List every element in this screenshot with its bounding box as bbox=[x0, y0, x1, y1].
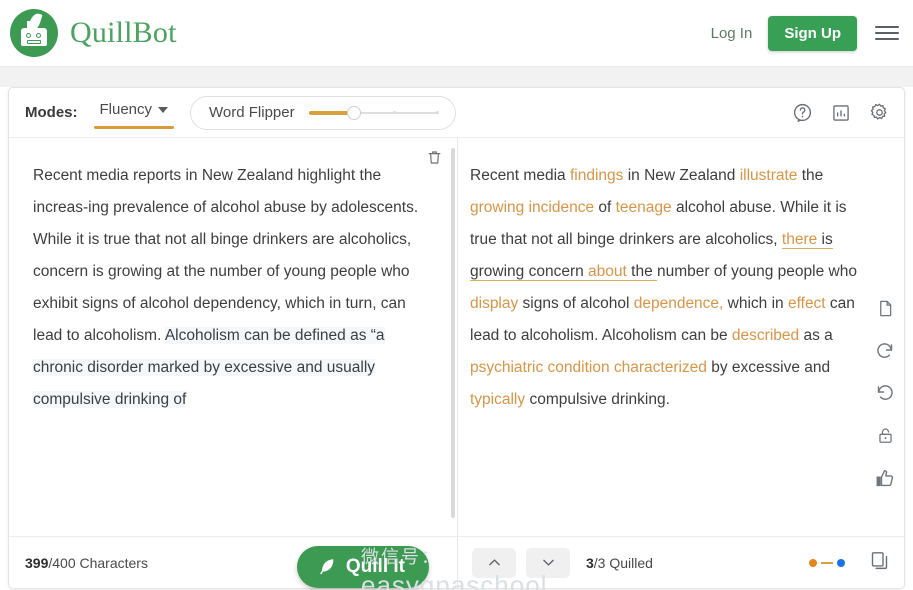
quilled-count-total: /3 Quilled bbox=[593, 554, 653, 571]
editor-panels: Recent media reports in New Zealand high… bbox=[9, 138, 904, 590]
copy-icon[interactable] bbox=[869, 550, 890, 576]
output-plain-text: signs of alcohol bbox=[518, 295, 634, 312]
input-textarea[interactable]: Recent media reports in New Zealand high… bbox=[9, 138, 457, 536]
quilled-count: 3/3 Quilled bbox=[586, 555, 653, 571]
slider-fill bbox=[308, 110, 351, 115]
output-plain-text: as a bbox=[799, 327, 833, 344]
word-flipper-slider[interactable] bbox=[308, 105, 439, 120]
output-plain-text: compulsive drinking. bbox=[525, 391, 670, 408]
output-plain-text: number of young people who bbox=[657, 263, 857, 280]
header-gap bbox=[0, 67, 913, 87]
output-changed-word: dependence, bbox=[633, 295, 724, 312]
output-changed-word: findings bbox=[569, 167, 624, 184]
output-plain-text: which in bbox=[723, 295, 788, 312]
character-count-total: /400 Characters bbox=[48, 554, 148, 571]
chevron-down-icon bbox=[542, 559, 554, 566]
redo-icon[interactable] bbox=[875, 341, 895, 361]
app-header: QuillBot Log In Sign Up bbox=[0, 0, 913, 67]
slider-tick bbox=[435, 110, 439, 114]
feather-icon bbox=[319, 559, 334, 575]
modes-label: Modes: bbox=[25, 104, 78, 121]
output-changed-word-active: there bbox=[781, 231, 818, 249]
quillbot-robot-logo-icon bbox=[10, 9, 58, 57]
login-link[interactable]: Log In bbox=[711, 25, 753, 42]
paraphraser-card: Modes: Fluency Word Flipper Recent media… bbox=[8, 87, 905, 590]
modes-toolbar: Modes: Fluency Word Flipper bbox=[9, 88, 904, 138]
previous-suggestion-button[interactable] bbox=[472, 547, 516, 578]
gear-icon[interactable] bbox=[869, 102, 890, 123]
lock-icon[interactable] bbox=[876, 425, 895, 446]
next-suggestion-button[interactable] bbox=[526, 547, 570, 578]
legend-dot-changed bbox=[809, 558, 817, 567]
output-changed-word-active: about bbox=[588, 263, 627, 281]
thumbs-up-icon[interactable] bbox=[875, 468, 896, 489]
bar-chart-icon[interactable] bbox=[831, 103, 851, 123]
legend-dot-structural bbox=[837, 558, 845, 567]
output-changed-word: described bbox=[731, 327, 800, 344]
header-actions: Log In Sign Up bbox=[711, 15, 899, 51]
character-count: 399/400 Characters bbox=[25, 555, 148, 571]
input-scrollbar[interactable] bbox=[451, 148, 455, 518]
brand-name: QuillBot bbox=[70, 16, 177, 49]
chevron-up-icon bbox=[488, 559, 500, 566]
quill-it-label: Quill It bbox=[345, 555, 405, 577]
slider-handle[interactable] bbox=[346, 105, 361, 120]
change-legend bbox=[809, 558, 845, 567]
output-changed-word: psychiatric condition characterized bbox=[470, 359, 707, 376]
input-panel[interactable]: Recent media reports in New Zealand high… bbox=[9, 138, 458, 536]
mode-selector-label: Fluency bbox=[99, 100, 153, 118]
legend-connector bbox=[821, 561, 833, 564]
output-changed-word: illustrate bbox=[739, 167, 798, 184]
quill-it-button[interactable]: Quill It bbox=[296, 545, 429, 588]
output-plain-text: in New Zealand bbox=[623, 167, 740, 184]
output-plain-text: by excessive and bbox=[706, 359, 831, 376]
chevron-down-icon bbox=[158, 107, 169, 113]
output-active-phrase: the bbox=[626, 263, 658, 281]
character-count-current: 399 bbox=[25, 554, 49, 571]
quilled-count-current: 3 bbox=[586, 554, 594, 571]
output-text: Recent media findings in New Zealand ill… bbox=[458, 138, 904, 536]
toolbar-icon-group bbox=[792, 102, 890, 123]
document-icon[interactable] bbox=[876, 298, 895, 319]
output-changed-word: typically bbox=[470, 391, 526, 408]
editor-footer: 399/400 Characters Quill It 3/3 Quilled bbox=[9, 536, 904, 588]
output-changed-word: growing incidence bbox=[470, 199, 595, 216]
mode-selector-fluency[interactable]: Fluency bbox=[93, 97, 175, 129]
output-panel[interactable]: Recent media findings in New Zealand ill… bbox=[458, 138, 904, 536]
output-changed-word: effect bbox=[787, 295, 826, 312]
output-action-rail bbox=[866, 298, 904, 489]
brand[interactable]: QuillBot bbox=[10, 9, 177, 57]
output-plain-text: the bbox=[797, 167, 824, 184]
word-flipper-control[interactable]: Word Flipper bbox=[190, 95, 456, 130]
footer-input-side: 399/400 Characters Quill It bbox=[9, 537, 458, 588]
input-text-plain: Recent media reports in New Zealand high… bbox=[33, 167, 419, 344]
mode-active-underline bbox=[93, 125, 175, 129]
footer-output-side: 3/3 Quilled bbox=[458, 537, 904, 588]
hamburger-menu-icon[interactable] bbox=[875, 22, 899, 44]
trash-icon[interactable] bbox=[426, 148, 443, 172]
output-changed-word: teenage bbox=[615, 199, 672, 216]
output-plain-text: Recent media bbox=[470, 167, 570, 184]
help-circle-icon[interactable] bbox=[792, 102, 813, 123]
slider-tick bbox=[392, 110, 396, 114]
output-changed-word: display bbox=[470, 295, 519, 312]
undo-icon[interactable] bbox=[875, 383, 895, 403]
output-plain-text: of bbox=[594, 199, 616, 216]
word-flipper-label: Word Flipper bbox=[209, 104, 295, 121]
signup-button[interactable]: Sign Up bbox=[768, 15, 857, 51]
